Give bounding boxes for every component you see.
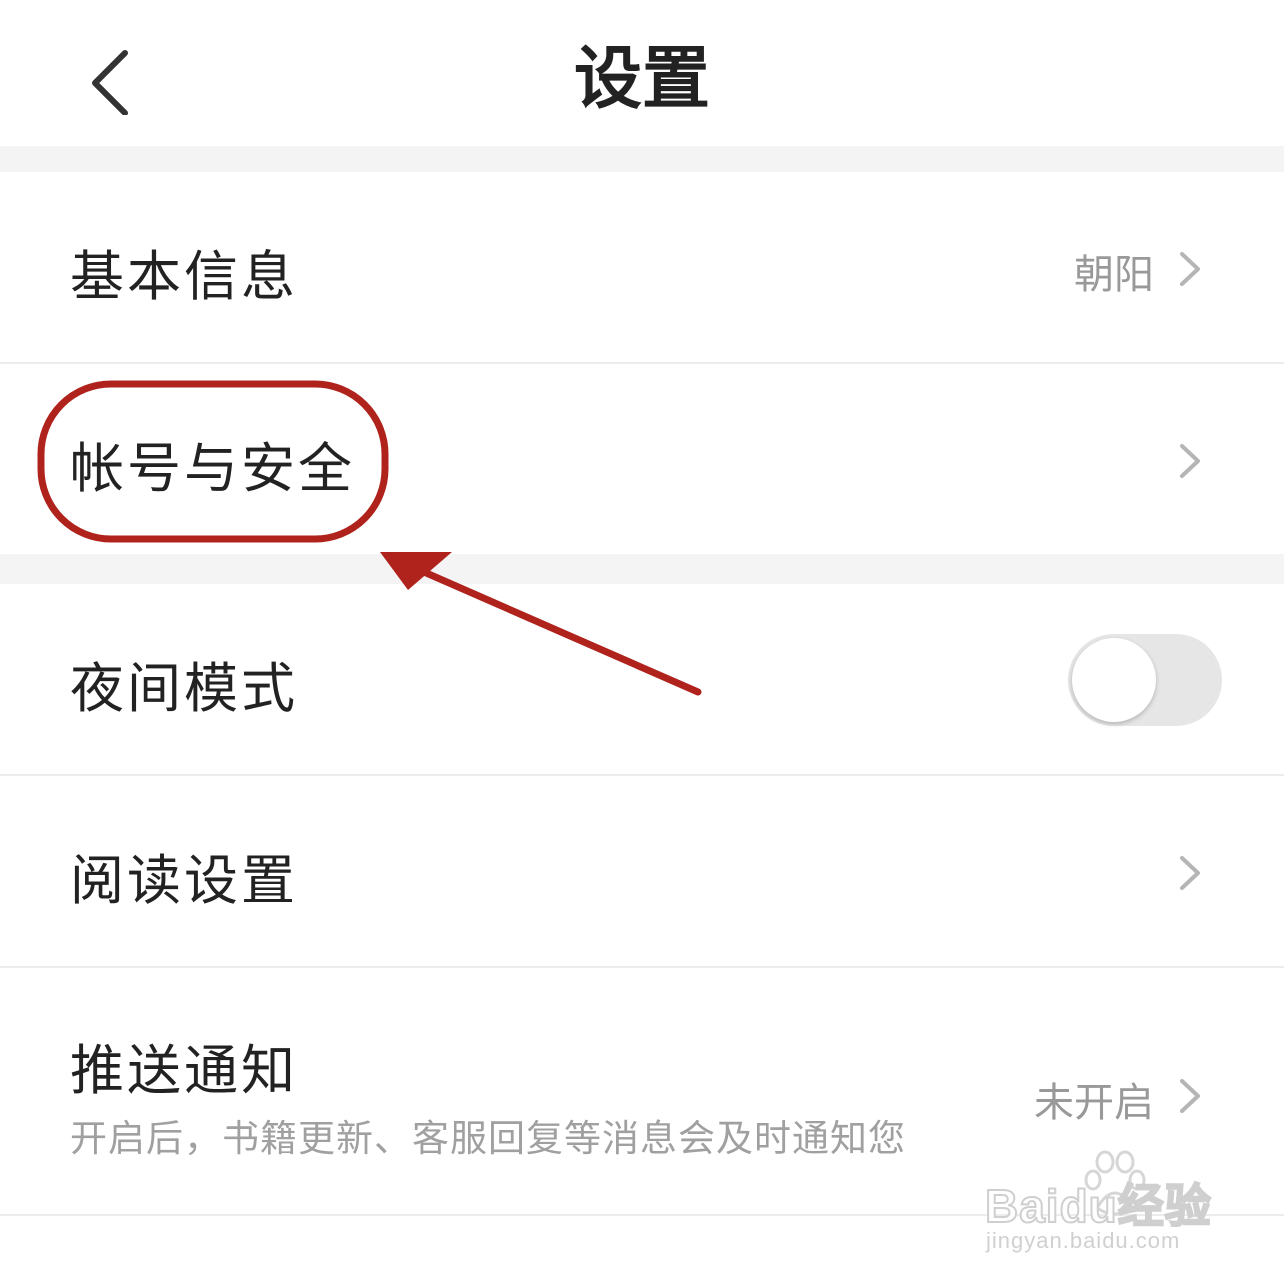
chevron-right-icon (1180, 856, 1200, 890)
page-title: 设置 (573, 39, 710, 119)
night-mode-toggle[interactable] (1068, 634, 1222, 726)
settings-item-label: 推送通知 (70, 1039, 298, 1102)
settings-item-label: 夜间模式 (70, 657, 298, 720)
settings-item-value: 未开启 (1034, 1080, 1154, 1126)
chevron-right-icon (1180, 444, 1200, 478)
chevron-right-icon (1180, 1079, 1200, 1113)
settings-item-account-security[interactable]: 帐号与安全 (0, 364, 1284, 554)
settings-item-label: 帐号与安全 (70, 437, 355, 500)
toggle-knob (1072, 638, 1156, 722)
settings-item-value: 朝阳 (1074, 252, 1154, 298)
settings-item-reading[interactable]: 阅读设置 (0, 776, 1284, 966)
section-gap (0, 146, 1284, 172)
watermark-url: jingyan.baidu.com (986, 1228, 1181, 1253)
settings-item-label: 阅读设置 (70, 849, 298, 912)
settings-item-subtitle: 开启后，书籍更新、客服回复等消息会及时通知您 (70, 1117, 906, 1160)
section-gap (0, 554, 1284, 584)
settings-item-label: 基本信息 (70, 245, 298, 308)
settings-item-basic-info[interactable]: 基本信息 朝阳 (0, 172, 1284, 362)
settings-screen: 设置 基本信息 朝阳 帐号与安全 夜间模式 阅读设置 推送通知 开启后，书籍更新… (0, 0, 1284, 1284)
nav-header: 设置 (0, 0, 1284, 146)
watermark-brand: Baidu经验 (984, 1179, 1212, 1233)
chevron-right-icon (1180, 252, 1200, 286)
